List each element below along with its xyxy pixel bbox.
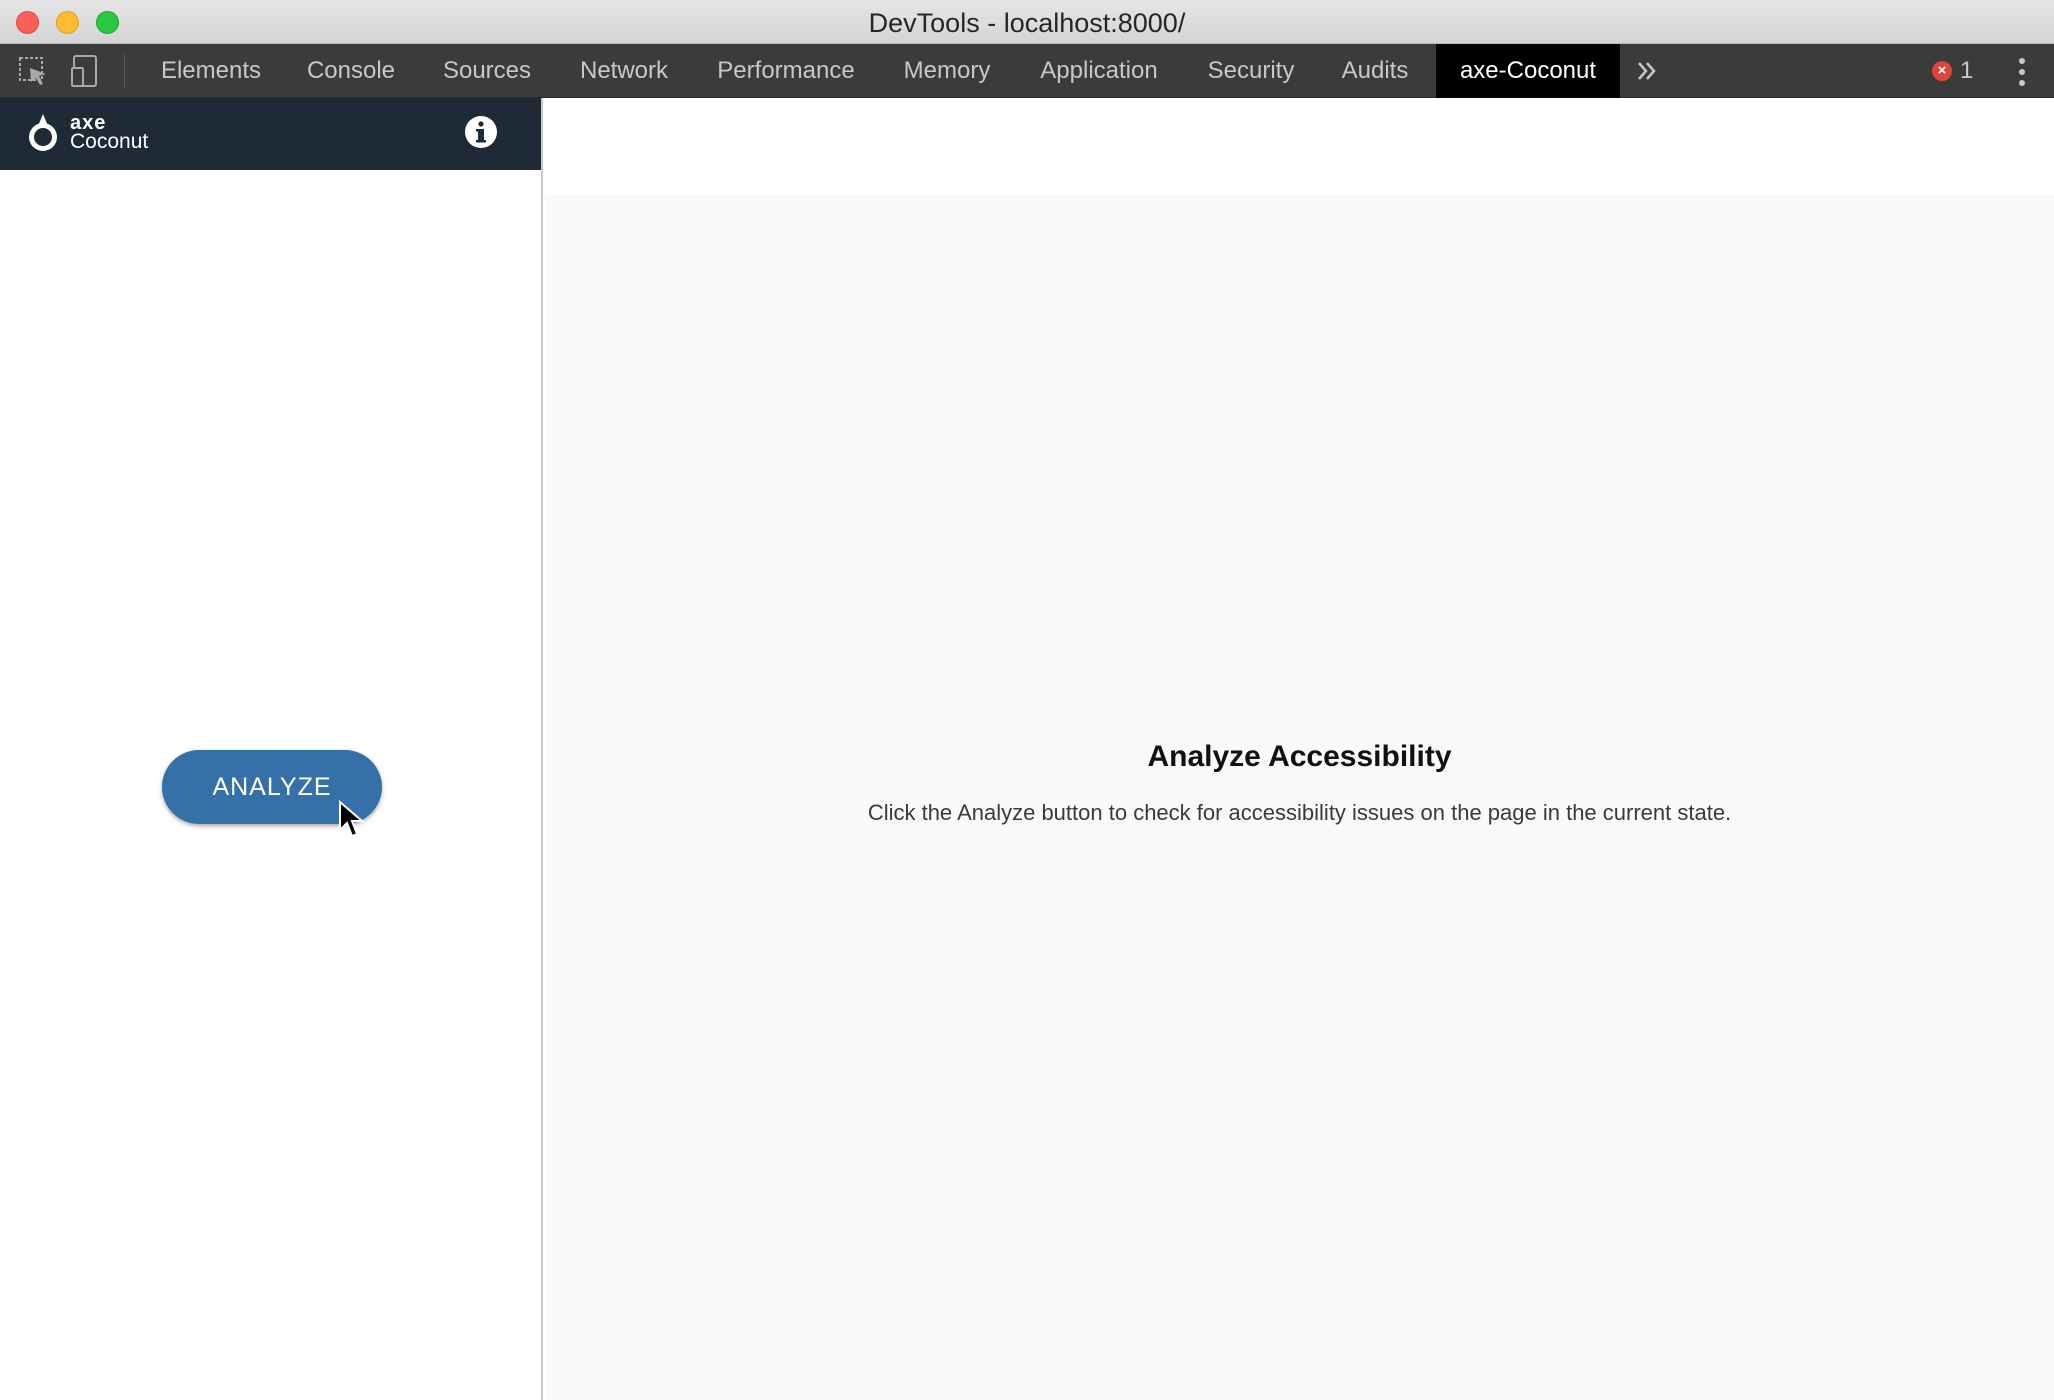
tab-memory[interactable]: Memory <box>884 44 1010 98</box>
axe-sidebar: axe Coconut ANALYZE <box>0 98 543 1400</box>
toolbar-divider <box>124 54 125 88</box>
tab-application[interactable]: Application <box>1024 44 1174 98</box>
devtools-window: DevTools - localhost:8000/ Elements Cons… <box>0 0 2054 1400</box>
empty-state-title: Analyze Accessibility <box>1147 740 1452 773</box>
brand-coconut: Coconut <box>70 130 149 153</box>
tab-elements[interactable]: Elements <box>146 44 276 98</box>
error-x-icon: × <box>1932 61 1952 81</box>
tab-security[interactable]: Security <box>1192 44 1310 98</box>
inspect-element-icon[interactable] <box>16 54 50 88</box>
empty-state-description: Click the Analyze button to check for ac… <box>867 800 1732 825</box>
error-counter[interactable]: × 1 <box>1932 57 1973 85</box>
error-count: 1 <box>1960 57 1974 84</box>
tab-network[interactable]: Network <box>562 44 686 98</box>
tab-audits[interactable]: Audits <box>1328 44 1422 98</box>
devtools-tab-bar: Elements Console Sources Network Perform… <box>0 44 2054 98</box>
double-chevron-right-icon[interactable] <box>1634 58 1660 84</box>
results-panel: Analyze Accessibility Click the Analyze … <box>545 98 2054 1400</box>
window-title: DevTools - localhost:8000/ <box>868 8 1186 38</box>
title-bar: DevTools - localhost:8000/ <box>0 0 2054 44</box>
mouse-pointer-icon <box>339 800 364 838</box>
axe-coconut-logo-icon <box>29 114 57 151</box>
info-icon[interactable] <box>464 115 498 149</box>
tab-axe-coconut[interactable]: axe-Coconut <box>1436 44 1620 98</box>
device-toolbar-icon[interactable] <box>68 54 102 88</box>
tab-performance[interactable]: Performance <box>702 44 870 98</box>
vertical-ellipsis-icon[interactable] <box>2012 56 2032 88</box>
results-toolbar-area <box>545 98 2054 194</box>
axe-header: axe Coconut <box>0 98 541 170</box>
tab-sources[interactable]: Sources <box>426 44 548 98</box>
tab-console[interactable]: Console <box>290 44 412 98</box>
